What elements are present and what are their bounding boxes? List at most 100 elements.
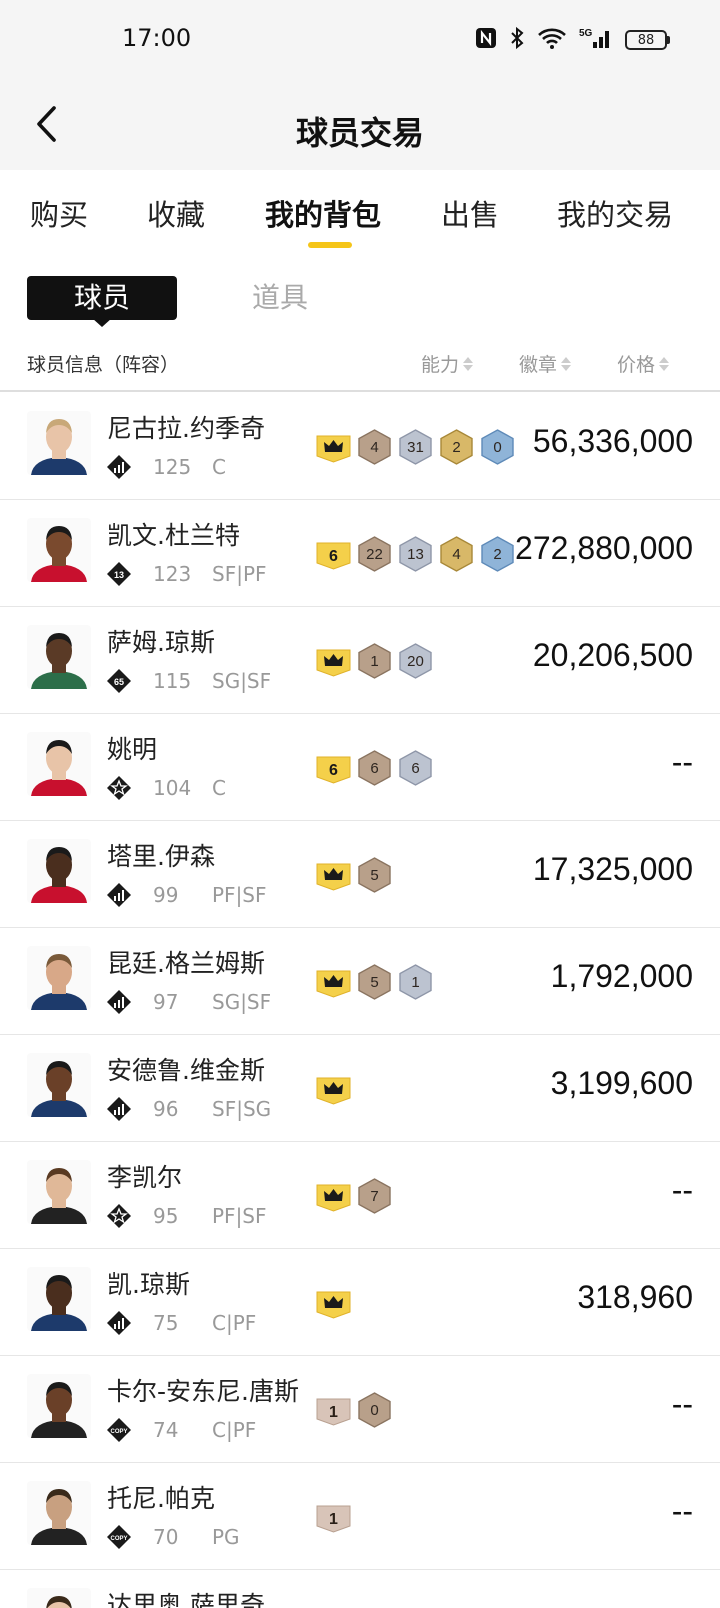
level-badge: 6 bbox=[316, 749, 351, 787]
tier-icon bbox=[107, 883, 131, 907]
sort-icon bbox=[659, 356, 670, 371]
player-row[interactable]: 凯.琼斯 75 C|PF 318,960 bbox=[0, 1249, 720, 1356]
player-price: 20,206,500 bbox=[532, 637, 693, 673]
crown-badge-icon bbox=[316, 1177, 351, 1215]
blue-badge: 2 bbox=[480, 535, 515, 573]
silver-badge: 6 bbox=[398, 749, 433, 787]
subtab-caret bbox=[92, 318, 112, 327]
level-badge: 1 bbox=[316, 1391, 351, 1429]
signal-icon: 5G bbox=[579, 26, 613, 54]
player-row[interactable]: 姚明 104 C 6 6 6 -- bbox=[0, 714, 720, 821]
tier-icon bbox=[107, 776, 131, 800]
player-avatar bbox=[27, 1053, 91, 1117]
bluetooth-icon bbox=[509, 26, 525, 54]
sort-icon bbox=[463, 356, 474, 371]
player-row[interactable]: 萨姆.琼斯 65 115 SG|SF 1 20 20,206,500 bbox=[0, 607, 720, 714]
tab-sell[interactable]: 出售 bbox=[441, 192, 499, 234]
crown-badge-icon bbox=[316, 428, 351, 466]
player-name: 凯.琼斯 bbox=[107, 1270, 190, 1299]
badge-list bbox=[316, 1069, 351, 1109]
player-name: 托尼.帕克 bbox=[107, 1484, 215, 1513]
crown-badge-icon bbox=[316, 642, 351, 680]
player-avatar bbox=[27, 625, 91, 689]
tier-icon bbox=[107, 1097, 131, 1121]
player-position: PF|SF bbox=[212, 1204, 267, 1228]
player-price: 318,960 bbox=[577, 1279, 693, 1315]
tab-buy[interactable]: 购买 bbox=[30, 192, 88, 234]
crown-badge-icon bbox=[316, 1070, 351, 1108]
svg-text:2: 2 bbox=[493, 546, 501, 563]
player-position: PG bbox=[212, 1525, 240, 1549]
player-list: 尼古拉.约季奇 125 C 4 31 2 0 56,336,000 凯文.杜兰特 13 123 SF|… bbox=[0, 393, 720, 1608]
player-rating: 75 bbox=[153, 1311, 179, 1335]
player-position: SG|SF bbox=[212, 990, 272, 1014]
svg-text:4: 4 bbox=[370, 439, 378, 456]
badge-list: 5 bbox=[316, 855, 392, 895]
svg-text:7: 7 bbox=[370, 1188, 378, 1205]
header-player-info: 球员信息（阵容） bbox=[27, 354, 180, 376]
player-price: 272,880,000 bbox=[515, 530, 693, 566]
tab-my-trades[interactable]: 我的交易 bbox=[557, 192, 673, 234]
svg-text:5G: 5G bbox=[579, 28, 593, 39]
nfc-icon bbox=[475, 27, 497, 53]
player-avatar bbox=[27, 946, 91, 1010]
player-rating: 123 bbox=[153, 562, 192, 586]
player-row[interactable]: 安德鲁.维金斯 96 SF|SG 3,199,600 bbox=[0, 1035, 720, 1142]
page-title: 球员交易 bbox=[295, 114, 424, 152]
player-row[interactable]: 达里奥.萨里奇 bbox=[0, 1570, 720, 1608]
svg-text:13: 13 bbox=[114, 570, 124, 580]
battery-level: 88 bbox=[625, 30, 667, 50]
tab-my-bag[interactable]: 我的背包 bbox=[265, 192, 381, 234]
silver-badge: 13 bbox=[398, 535, 433, 573]
sort-badges[interactable]: 徽章 bbox=[519, 350, 572, 377]
badge-list: 6 22 13 4 2 bbox=[316, 534, 515, 574]
player-avatar bbox=[27, 732, 91, 796]
sort-price[interactable]: 价格 bbox=[617, 350, 670, 377]
player-position: SF|SG bbox=[212, 1097, 272, 1121]
player-price: 1,792,000 bbox=[550, 958, 693, 994]
player-row[interactable]: 卡尔-安东尼.唐斯 COPY 74 C|PF 1 0 -- bbox=[0, 1356, 720, 1463]
player-rating: 70 bbox=[153, 1525, 179, 1549]
player-row[interactable]: 昆廷.格兰姆斯 97 SG|SF 5 1 1,792,000 bbox=[0, 928, 720, 1035]
player-name: 凯文.杜兰特 bbox=[107, 521, 240, 550]
badge-list: 6 6 6 bbox=[316, 748, 433, 788]
badge-list: 1 bbox=[316, 1497, 351, 1537]
player-name: 安德鲁.维金斯 bbox=[107, 1056, 265, 1085]
player-name: 尼古拉.约季奇 bbox=[107, 414, 265, 443]
bronze-badge: 5 bbox=[357, 963, 392, 1001]
player-avatar bbox=[27, 1374, 91, 1438]
badge-list bbox=[316, 1283, 351, 1323]
player-price: -- bbox=[671, 1493, 693, 1529]
player-row[interactable]: 塔里.伊森 99 PF|SF 5 17,325,000 bbox=[0, 821, 720, 928]
tier-icon: COPY bbox=[107, 1418, 131, 1442]
player-avatar bbox=[27, 839, 91, 903]
badge-list: 4 31 2 0 bbox=[316, 427, 515, 467]
svg-text:2: 2 bbox=[452, 439, 460, 456]
player-rating: 115 bbox=[153, 669, 192, 693]
crown-badge-icon bbox=[316, 963, 351, 1001]
tier-icon bbox=[107, 1204, 131, 1228]
tier-icon bbox=[107, 990, 131, 1014]
sort-price-label: 价格 bbox=[617, 354, 656, 376]
player-price: 56,336,000 bbox=[532, 423, 693, 459]
player-name: 萨姆.琼斯 bbox=[107, 628, 215, 657]
crown-badge-icon bbox=[316, 856, 351, 894]
player-row[interactable]: 凯文.杜兰特 13 123 SF|PF 6 22 13 4 2 272,880,000 bbox=[0, 500, 720, 607]
player-row[interactable]: 托尼.帕克 COPY 70 PG 1 -- bbox=[0, 1463, 720, 1570]
tab-favorites[interactable]: 收藏 bbox=[147, 192, 205, 234]
subtab-props[interactable]: 道具 bbox=[252, 276, 308, 320]
player-rating: 97 bbox=[153, 990, 179, 1014]
player-row[interactable]: 李凯尔 95 PF|SF 7 -- bbox=[0, 1142, 720, 1249]
sort-ability[interactable]: 能力 bbox=[421, 350, 474, 377]
status-time: 17:00 bbox=[122, 24, 192, 52]
player-row[interactable]: 尼古拉.约季奇 125 C 4 31 2 0 56,336,000 bbox=[0, 393, 720, 500]
svg-text:1: 1 bbox=[329, 1404, 338, 1421]
bronze-badge: 0 bbox=[357, 1391, 392, 1429]
subtab-players[interactable]: 球员 bbox=[27, 276, 177, 320]
blue-badge: 0 bbox=[480, 428, 515, 466]
player-name: 达里奥.萨里奇 bbox=[107, 1591, 265, 1608]
list-header: 球员信息（阵容） 能力 徽章 价格 bbox=[0, 330, 720, 392]
player-name: 昆廷.格兰姆斯 bbox=[107, 949, 265, 978]
player-price: 3,199,600 bbox=[550, 1065, 693, 1101]
tier-icon: COPY bbox=[107, 1525, 131, 1549]
